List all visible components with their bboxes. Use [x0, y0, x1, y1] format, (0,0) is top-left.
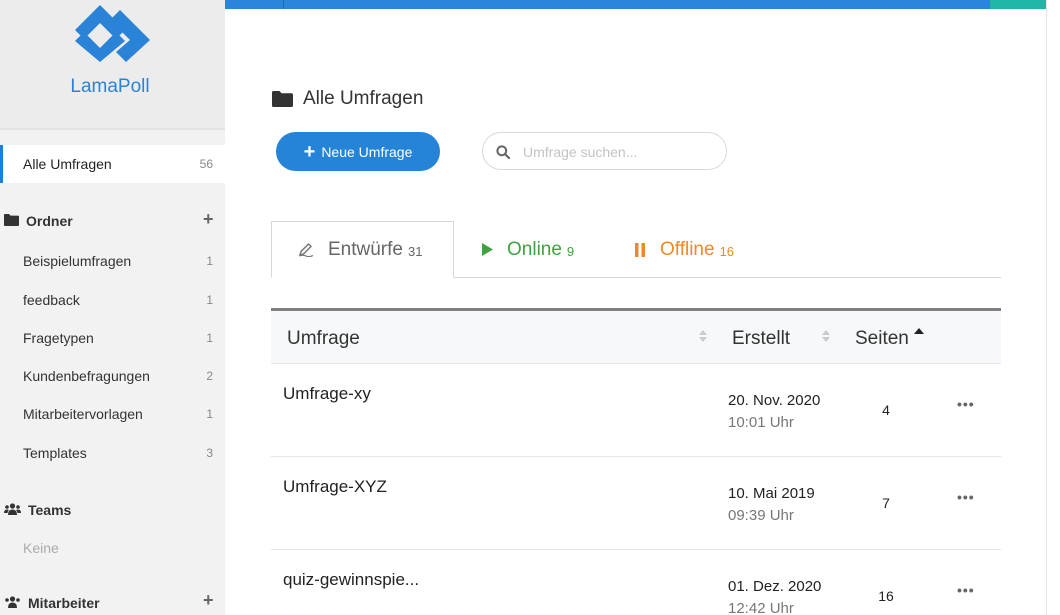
new-survey-button[interactable]: + Neue Umfrage: [276, 132, 440, 171]
folders-title: Ordner: [26, 213, 73, 229]
plus-icon: +: [303, 140, 316, 163]
content-edge-divider: [1046, 0, 1047, 615]
folder-label: Mitarbeitervorlagen: [23, 406, 143, 422]
page-title: Alle Umfragen: [272, 88, 423, 110]
column-header-created[interactable]: Erstellt: [732, 328, 790, 350]
created-date: 10. Mai 2019: [728, 485, 815, 502]
top-bar: [225, 0, 990, 9]
new-survey-label: Neue Umfrage: [321, 143, 413, 160]
users-icon: [4, 502, 21, 518]
folder-label: Beispielumfragen: [23, 253, 132, 269]
folder-label: Templates: [23, 445, 87, 461]
pencil-icon: [298, 242, 314, 257]
sidebar-item-folder[interactable]: Templates 3: [23, 445, 215, 461]
search-icon: [496, 145, 510, 159]
sidebar: LamaPoll Alle Umfragen 56 Ordner + Beisp…: [0, 0, 225, 615]
tab-online[interactable]: Online 9: [481, 221, 574, 278]
folder-label: Fragetypen: [23, 330, 94, 346]
column-header-survey[interactable]: Umfrage: [287, 328, 360, 350]
tab-drafts[interactable]: Entwürfe 31: [271, 221, 454, 278]
pause-icon: [634, 242, 646, 257]
folder-count: 3: [206, 446, 213, 460]
sidebar-item-all-surveys[interactable]: Alle Umfragen 56: [0, 145, 225, 183]
survey-name[interactable]: quiz-gewinnspie...: [283, 570, 419, 590]
sidebar-item-folder[interactable]: Beispielumfragen 1: [23, 253, 215, 269]
page-count: 16: [878, 588, 894, 604]
sidebar-item-label: Alle Umfragen: [23, 156, 112, 172]
survey-name[interactable]: Umfrage-XYZ: [283, 477, 387, 497]
logo-area[interactable]: LamaPoll: [0, 0, 225, 130]
users-icon: [4, 595, 21, 611]
table-row[interactable]: quiz-gewinnspie... 01. Dez. 2020 12:42 U…: [271, 550, 1001, 615]
created-time: 10:01 Uhr: [728, 414, 794, 431]
sidebar-item-folder[interactable]: feedback 1: [23, 292, 215, 308]
tab-label: Entwürfe: [328, 238, 403, 260]
sort-ascending-icon[interactable]: [914, 326, 924, 342]
teams-empty-text: Keine: [23, 540, 59, 556]
created-time: 12:42 Uhr: [728, 600, 794, 615]
created-date: 01. Dez. 2020: [728, 578, 822, 595]
staff-title: Mitarbeiter: [28, 595, 100, 611]
page-count: 7: [882, 495, 890, 511]
tab-offline[interactable]: Offline 16: [634, 221, 734, 278]
folder-count: 2: [206, 369, 213, 383]
created-date: 20. Nov. 2020: [728, 392, 821, 409]
brand-name: LamaPoll: [70, 76, 150, 97]
teams-header: Teams: [4, 502, 71, 518]
folder-label: Kundenbefragungen: [23, 368, 150, 384]
sort-icon[interactable]: [698, 328, 708, 344]
more-options-icon[interactable]: •••: [957, 582, 975, 598]
tab-label: Online: [507, 238, 562, 260]
top-bar-accent: [990, 0, 1046, 9]
sort-icon[interactable]: [821, 328, 831, 344]
tab-label: Offline: [660, 238, 715, 260]
more-options-icon[interactable]: •••: [957, 396, 975, 412]
page-count: 4: [882, 402, 890, 418]
add-folder-button[interactable]: +: [203, 209, 214, 230]
table-header: Umfrage Erstellt Seiten: [271, 311, 1001, 364]
folder-count: 1: [206, 407, 213, 421]
folder-count: 1: [206, 293, 213, 307]
folder-icon: [4, 213, 19, 229]
tab-count: 31: [407, 244, 423, 259]
page-title-text: Alle Umfragen: [303, 88, 424, 109]
folder-icon: [272, 91, 293, 107]
table-row[interactable]: Umfrage-xy 20. Nov. 2020 10:01 Uhr 4 •••: [271, 364, 1001, 457]
search-input[interactable]: [523, 142, 713, 162]
folder-count: 1: [206, 254, 213, 268]
tab-count: 16: [719, 244, 735, 259]
sidebar-item-folder[interactable]: Kundenbefragungen 2: [23, 368, 215, 384]
sidebar-item-count: 56: [199, 157, 213, 171]
created-time: 09:39 Uhr: [728, 507, 794, 524]
lamapoll-logo-icon: [75, 5, 150, 62]
add-staff-button[interactable]: +: [203, 590, 214, 611]
table-row[interactable]: Umfrage-XYZ 10. Mai 2019 09:39 Uhr 7 •••: [271, 457, 1001, 550]
folder-count: 1: [206, 331, 213, 345]
tab-count: 9: [566, 244, 575, 259]
column-header-pages[interactable]: Seiten: [855, 328, 909, 350]
play-icon: [481, 243, 493, 256]
survey-name[interactable]: Umfrage-xy: [283, 384, 371, 404]
teams-title: Teams: [28, 502, 72, 518]
survey-search[interactable]: [482, 132, 727, 170]
folder-label: feedback: [23, 292, 80, 308]
staff-header: Mitarbeiter: [4, 595, 100, 611]
top-bar-divider: [283, 0, 284, 9]
sidebar-item-folder[interactable]: Mitarbeitervorlagen 1: [23, 406, 215, 422]
more-options-icon[interactable]: •••: [957, 489, 975, 505]
folders-header: Ordner: [4, 213, 73, 229]
sidebar-item-folder[interactable]: Fragetypen 1: [23, 330, 215, 346]
